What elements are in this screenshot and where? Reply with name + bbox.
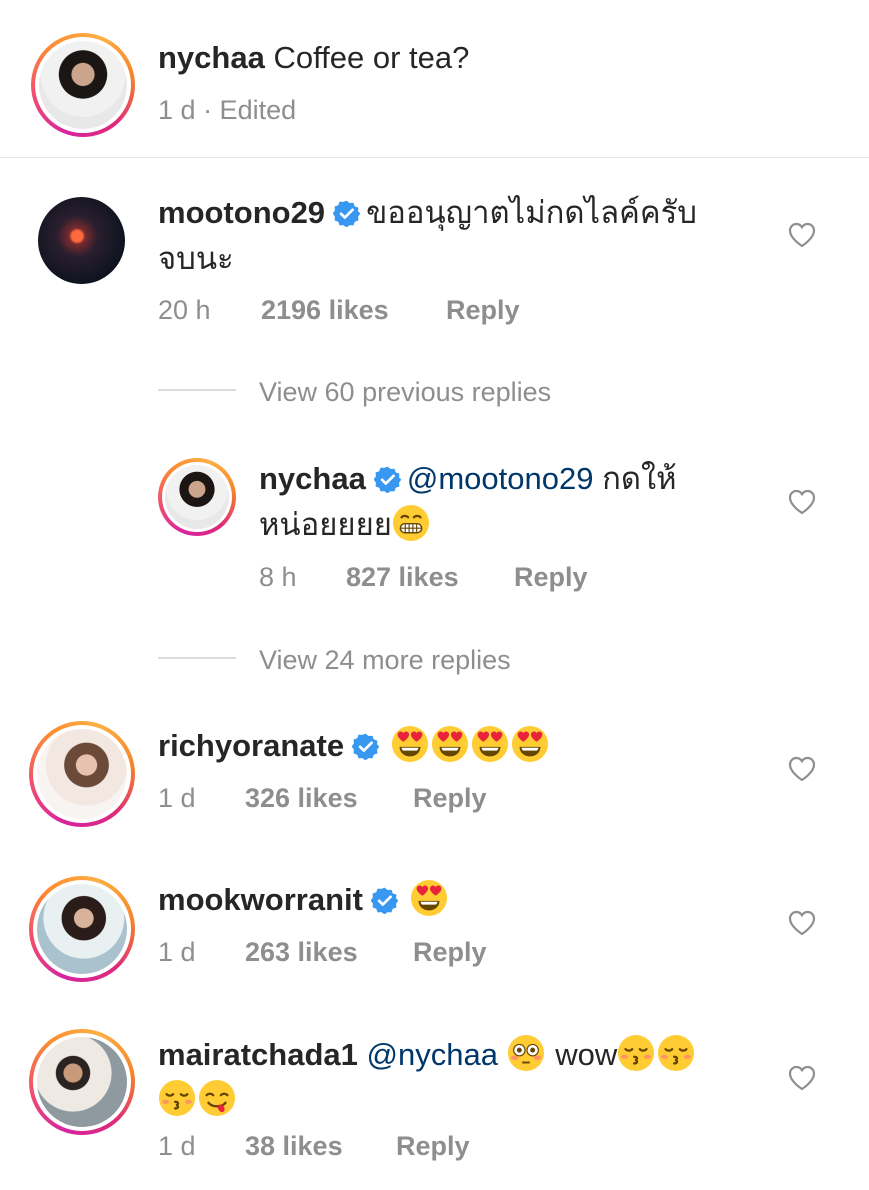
- avatar-photo: [165, 465, 229, 529]
- caption-avatar[interactable]: [31, 33, 135, 137]
- mention-link[interactable]: @nychaa: [367, 1037, 498, 1072]
- comment-text: mookworranit: [158, 877, 450, 923]
- heart-outline-icon[interactable]: [788, 756, 816, 782]
- mention-link[interactable]: @mootono29: [407, 461, 594, 496]
- comment-text: mairatchada1 @nychaa wow: [158, 1032, 758, 1078]
- avatar-photo: [38, 197, 125, 284]
- caption-body: Coffee or tea?: [273, 40, 470, 75]
- reply-text: nychaa @mootono29 กดให้: [259, 456, 759, 502]
- reply-avatar[interactable]: [158, 458, 236, 536]
- comment-username[interactable]: richyoranate: [158, 728, 344, 763]
- verified-badge-icon: [352, 733, 379, 760]
- kissing-closed-eyes-emoji: [617, 1034, 655, 1072]
- reply-button[interactable]: Reply: [413, 937, 487, 967]
- verified-badge-icon: [374, 466, 401, 493]
- avatar-photo: [37, 884, 127, 974]
- view-more-replies[interactable]: View 24 more replies: [259, 645, 511, 676]
- heart-outline-icon[interactable]: [788, 222, 816, 248]
- heart-outline-icon[interactable]: [788, 489, 816, 515]
- comment-emoji-line2: [158, 1077, 238, 1123]
- comment-likes[interactable]: 263 likes: [245, 937, 358, 967]
- verified-badge-icon: [333, 200, 360, 227]
- comment-likes[interactable]: 38 likes: [245, 1131, 343, 1161]
- caption-time: 1 d: [158, 95, 196, 125]
- heart-eyes-emoji: [431, 725, 469, 763]
- comment-avatar[interactable]: [29, 1029, 135, 1135]
- reply-body: กดให้: [602, 461, 677, 496]
- comment-time: 1 d: [158, 783, 196, 813]
- reply-time: 8 h: [259, 562, 297, 592]
- comment-text: richyoranate: [158, 723, 551, 769]
- heart-eyes-emoji: [511, 725, 549, 763]
- comment-meta: 20 h: [158, 295, 211, 326]
- grinning-emoji: [392, 504, 430, 542]
- reply-body-line2-wrap: หน่อยยยย: [259, 502, 432, 548]
- comment-body-line2: จบนะ: [158, 241, 234, 276]
- heart-outline-icon[interactable]: [788, 1065, 816, 1091]
- heart-eyes-emoji: [471, 725, 509, 763]
- heart-eyes-emoji: [391, 725, 429, 763]
- avatar-photo: [37, 729, 127, 819]
- yum-emoji: [198, 1079, 236, 1117]
- reply-button[interactable]: Reply: [446, 295, 520, 325]
- reply-button[interactable]: Reply: [413, 783, 487, 813]
- comment-time: 1 d: [158, 1131, 196, 1161]
- comment-likes[interactable]: 2196 likes: [261, 295, 389, 325]
- flushed-emoji: [507, 1034, 545, 1072]
- comment-body: wow: [555, 1037, 618, 1072]
- comment-avatar[interactable]: [29, 721, 135, 827]
- reply-username[interactable]: nychaa: [259, 461, 366, 496]
- heart-outline-icon[interactable]: [788, 910, 816, 936]
- verified-badge-icon: [371, 887, 398, 914]
- comment-username[interactable]: mookworranit: [158, 882, 363, 917]
- comment-username[interactable]: mootono29: [158, 195, 325, 230]
- view-previous-replies[interactable]: View 60 previous replies: [259, 377, 551, 408]
- avatar-photo: [37, 1037, 127, 1127]
- caption-text: nychaa Coffee or tea?: [158, 35, 469, 81]
- comment-text: mootono29 ขออนุญาตไม่กดไลค์ครับ: [158, 190, 758, 236]
- reply-body-line2: หน่อยยยย: [259, 507, 392, 542]
- comment-avatar[interactable]: [29, 876, 135, 982]
- avatar-photo: [39, 41, 127, 129]
- comment-body: ขออนุญาตไม่กดไลค์ครับ: [366, 195, 697, 230]
- comment-time: 20 h: [158, 295, 211, 325]
- caption-edited: · Edited: [203, 95, 297, 125]
- view-replies-line: [158, 389, 236, 391]
- kissing-closed-eyes-emoji: [657, 1034, 695, 1072]
- comment-username[interactable]: mairatchada1: [158, 1037, 358, 1072]
- comment-time: 1 d: [158, 937, 196, 967]
- caption-username[interactable]: nychaa: [158, 40, 265, 75]
- reply-button[interactable]: Reply: [514, 562, 588, 592]
- reply-button[interactable]: Reply: [396, 1131, 470, 1161]
- caption-divider: [0, 157, 869, 158]
- comment-likes[interactable]: 326 likes: [245, 783, 358, 813]
- kissing-closed-eyes-emoji: [158, 1079, 196, 1117]
- reply-likes[interactable]: 827 likes: [346, 562, 459, 592]
- view-replies-line: [158, 657, 236, 659]
- heart-eyes-emoji: [410, 879, 448, 917]
- caption-meta: 1 d · Edited: [158, 95, 296, 126]
- comment-avatar[interactable]: [38, 197, 125, 284]
